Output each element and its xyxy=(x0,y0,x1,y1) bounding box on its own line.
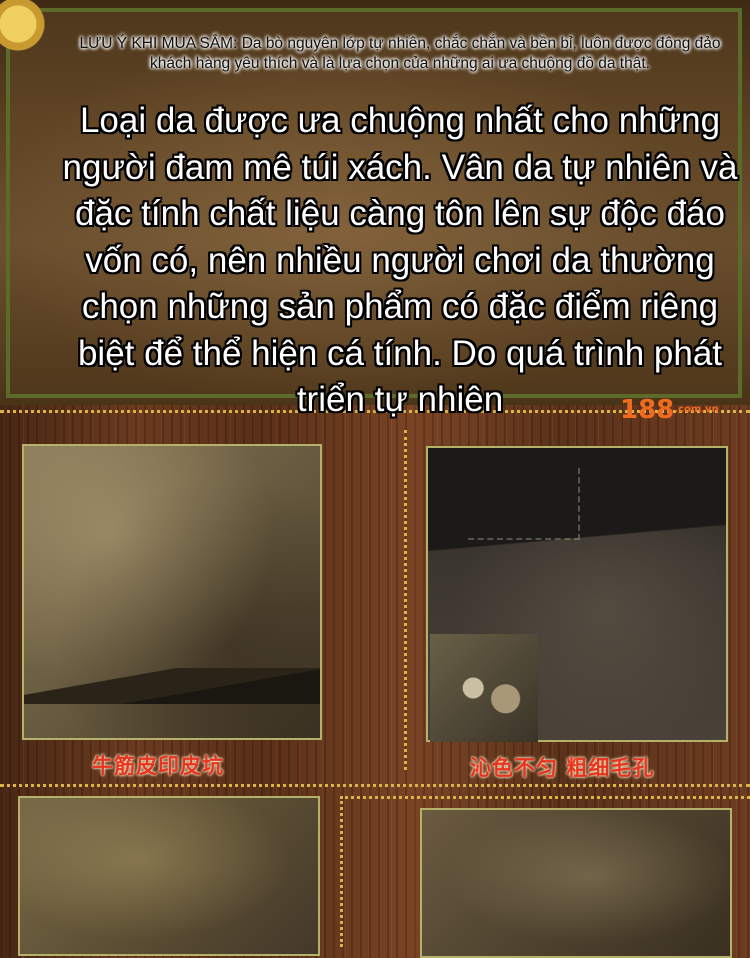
leather-flap xyxy=(428,448,726,568)
leather-detail-inset xyxy=(430,634,538,742)
dotted-divider xyxy=(340,796,750,799)
leather-photo-scars xyxy=(22,444,322,740)
dotted-divider xyxy=(0,784,750,787)
dotted-divider-vertical xyxy=(340,796,343,947)
photo-caption: 沁色不匀 粗细毛孔 xyxy=(470,756,655,780)
leather-photo-pores xyxy=(426,446,728,742)
leather-seam xyxy=(24,668,320,704)
shopping-notice: LƯU Ý KHI MUA SẮM: Da bò nguyên lớp tự n… xyxy=(79,35,721,72)
leather-photo-4 xyxy=(420,808,732,958)
dotted-divider-vertical xyxy=(404,430,407,770)
gold-ornament-icon xyxy=(0,0,60,60)
photo-caption: 牛筋皮印皮坑 xyxy=(92,754,224,778)
leather-photo-3 xyxy=(18,796,320,956)
caption-text: Loại da được ưa chuộng nhất cho những ng… xyxy=(62,101,738,419)
